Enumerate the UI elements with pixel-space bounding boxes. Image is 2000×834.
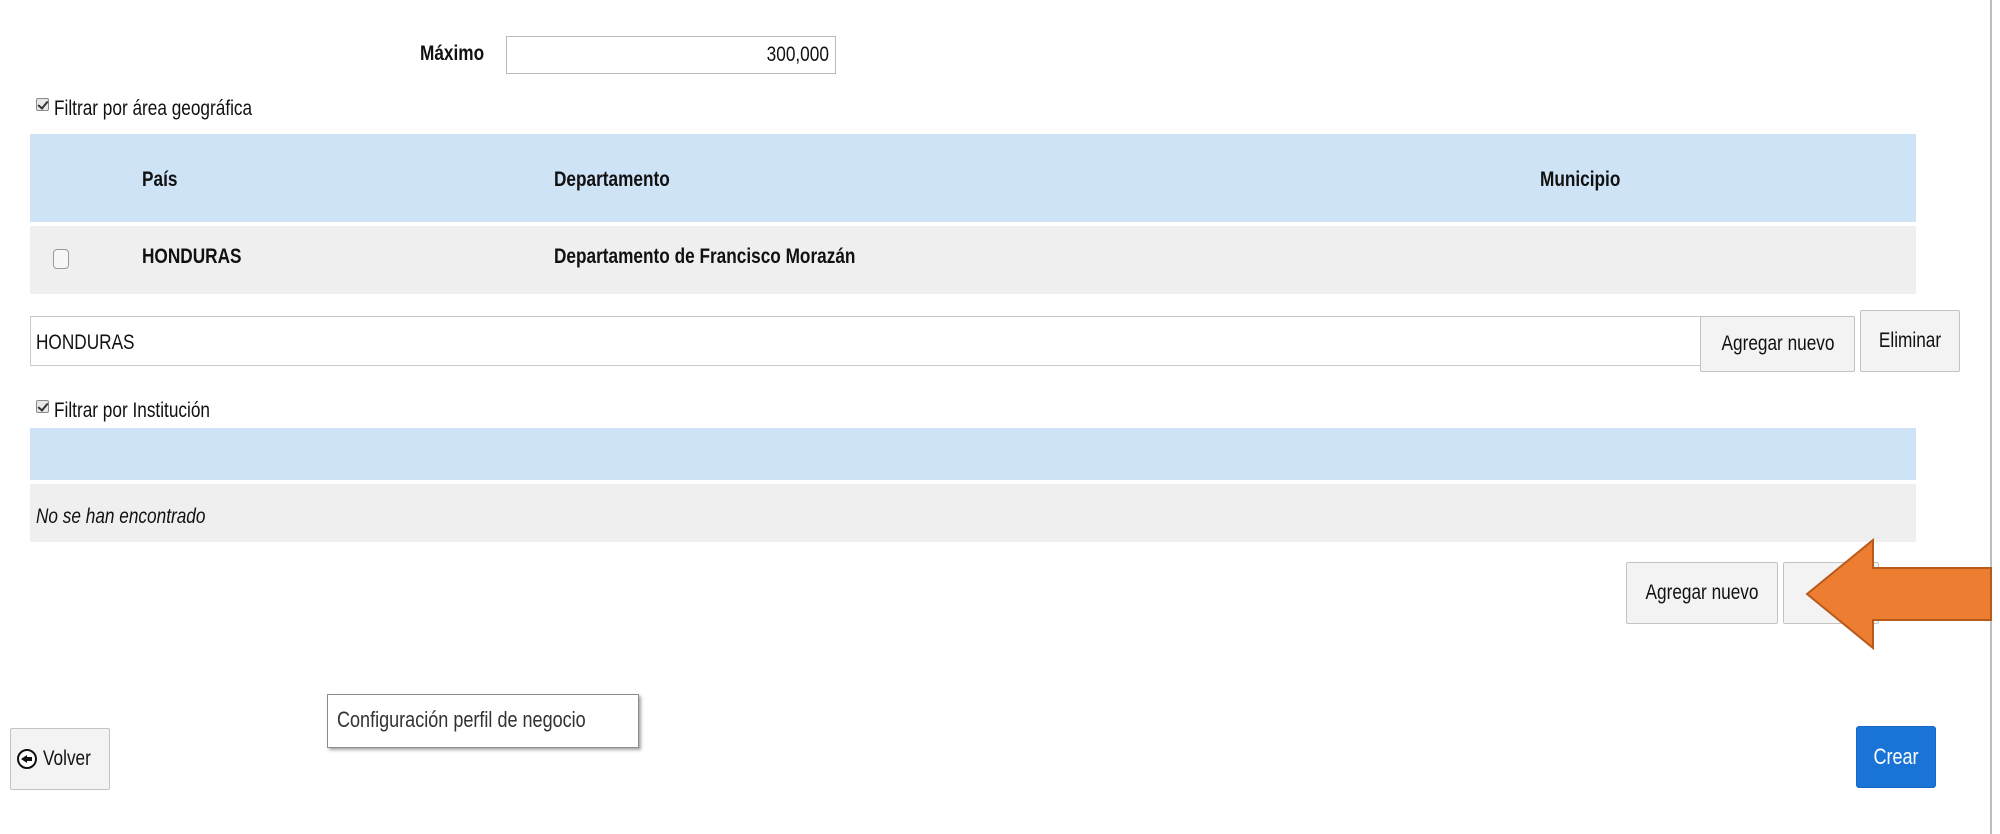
institution-filter-label: Filtrar por Institución	[54, 399, 210, 422]
right-divider	[1990, 0, 1992, 834]
institution-table-header	[30, 428, 1916, 480]
column-header-pais: País	[142, 168, 178, 191]
back-button[interactable]: Volver	[10, 728, 110, 790]
tooltip: Configuración perfil de negocio	[327, 694, 639, 748]
country-select[interactable]	[30, 316, 1730, 366]
cell-departamento: Departamento de Francisco Morazán	[554, 245, 856, 268]
row-select-checkbox[interactable]	[53, 249, 69, 269]
institution-add-new-button[interactable]: Agregar nuevo	[1626, 562, 1778, 624]
geo-add-new-button[interactable]: Agregar nuevo	[1700, 316, 1855, 372]
maximo-input[interactable]: 300,000	[506, 36, 836, 74]
geo-filter-label: Filtrar por área geográfica	[54, 97, 253, 120]
geo-delete-button[interactable]: Eliminar	[1860, 310, 1960, 372]
column-header-departamento: Departamento	[554, 168, 670, 191]
create-button[interactable]: Crear	[1856, 726, 1936, 788]
annotation-arrow-icon	[1805, 538, 1992, 650]
arrow-circle-left-icon	[17, 749, 37, 769]
country-select-value: HONDURAS	[36, 331, 135, 354]
institution-empty-row	[30, 484, 1916, 542]
column-header-municipio: Municipio	[1540, 168, 1621, 191]
cell-pais: HONDURAS	[142, 245, 242, 268]
empty-message: No se han encontrado	[36, 505, 206, 528]
table-row	[30, 226, 1916, 294]
geo-filter-checkbox[interactable]	[36, 98, 49, 111]
institution-filter-checkbox[interactable]	[36, 400, 49, 413]
maximo-label: Máximo	[420, 42, 485, 65]
